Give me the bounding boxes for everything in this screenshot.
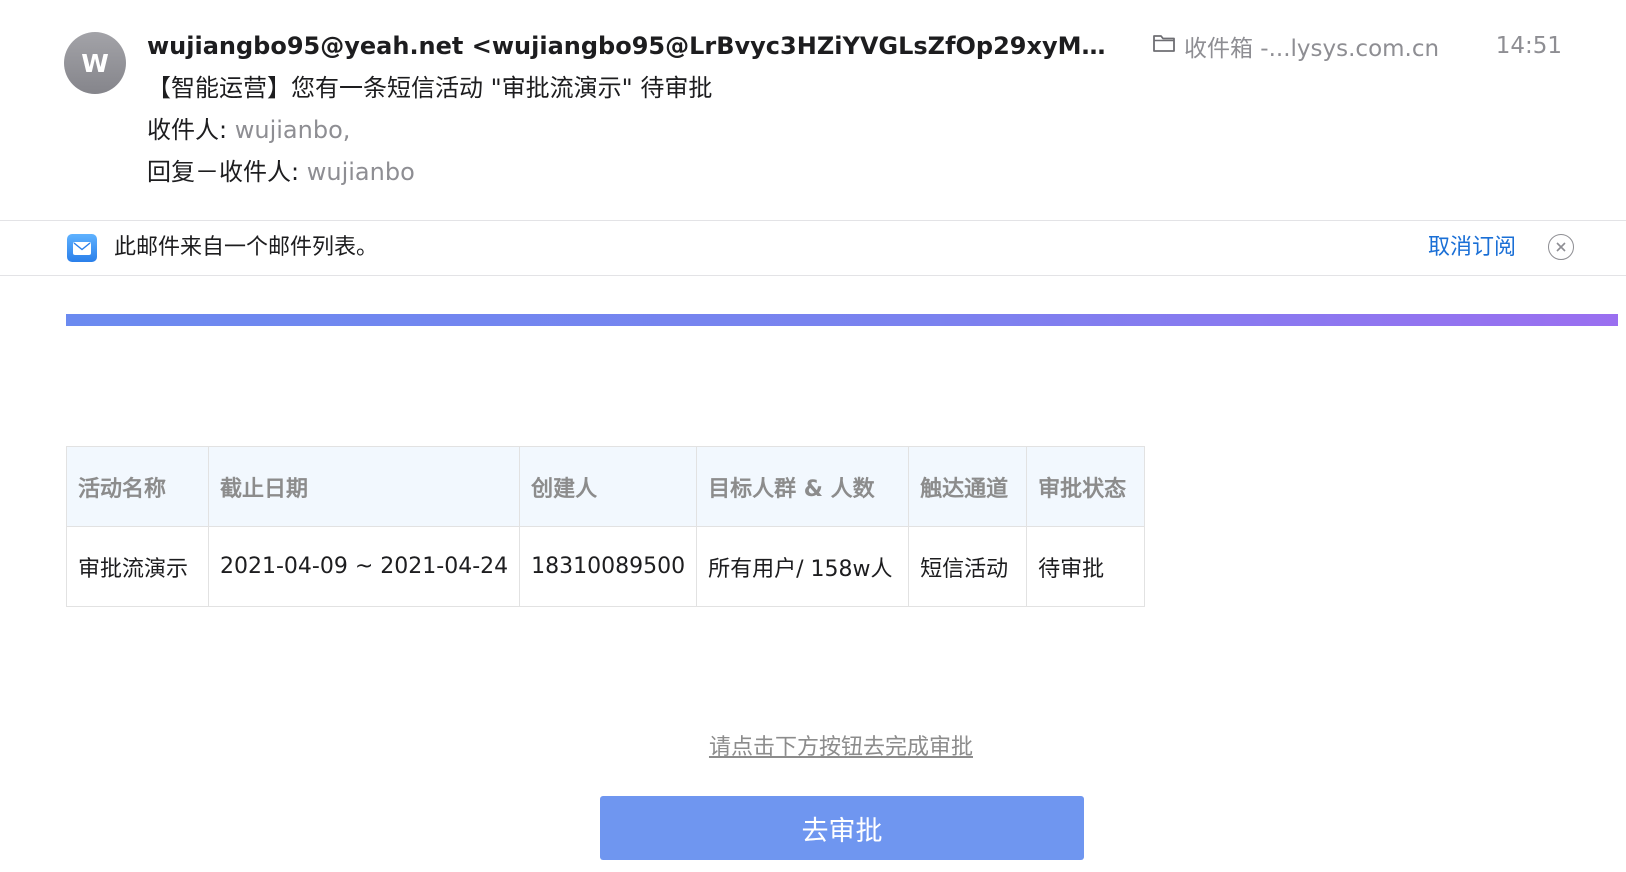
column-header: 截止日期: [207, 446, 521, 527]
sender-avatar: W: [64, 32, 126, 94]
sender-address[interactable]: wujiangbo95@yeah.net <wujiangbo95@LrBvyc…: [147, 28, 1107, 64]
activity-table: 活动名称 截止日期 创建人 目标人群 & 人数 触达通道 审批状态 审批流演示 …: [66, 446, 1146, 607]
table-row: 审批流演示 2021-04-09 ~ 2021-04-24 1831008950…: [66, 526, 1146, 607]
column-header: 审批状态: [1026, 446, 1146, 527]
reply-to-value[interactable]: wujianbo: [307, 158, 415, 186]
creator-cell: 18310089500: [519, 526, 698, 607]
close-banner-icon[interactable]: [1548, 234, 1574, 260]
mail-icon: [67, 234, 97, 262]
mailing-list-text: 此邮件来自一个邮件列表。: [114, 235, 379, 260]
approval-status-cell: 待审批: [1026, 526, 1146, 607]
to-value[interactable]: wujianbo,: [235, 116, 351, 144]
go-approve-button[interactable]: 去审批: [600, 796, 1084, 860]
column-header: 触达通道: [908, 446, 1028, 527]
mailing-list-banner: 此邮件来自一个邮件列表。 取消订阅: [0, 220, 1626, 276]
email-subject: 【智能运营】您有一条短信活动 "审批流演示" 待审批: [147, 74, 713, 102]
reply-to-label: 回复－收件人:: [147, 158, 300, 186]
channel-cell: 短信活动: [908, 526, 1028, 607]
mailbox-location[interactable]: 收件箱 -...lysys.com.cn: [1152, 28, 1439, 64]
activity-name-cell: 审批流演示: [66, 526, 209, 607]
table-header-row: 活动名称 截止日期 创建人 目标人群 & 人数 触达通道 审批状态: [66, 446, 1146, 527]
to-row: 收件人: wujianbo,: [147, 112, 350, 148]
reply-to-row: 回复－收件人: wujianbo: [147, 154, 415, 190]
header-gradient-bar: [66, 314, 1618, 326]
folder-icon: [1152, 33, 1176, 59]
column-header: 活动名称: [66, 446, 209, 527]
approval-prompt-link[interactable]: 请点击下方按钮去完成审批: [0, 730, 1626, 766]
unsubscribe-link[interactable]: 取消订阅: [1428, 221, 1516, 275]
to-label: 收件人:: [147, 116, 228, 144]
deadline-cell: 2021-04-09 ~ 2021-04-24: [207, 526, 521, 607]
column-header: 创建人: [519, 446, 698, 527]
target-audience-cell: 所有用户/ 158w人: [696, 526, 910, 607]
received-time: 14:51: [1495, 33, 1562, 59]
mailbox-name: 收件箱 -...lysys.com.cn: [1184, 36, 1440, 62]
column-header: 目标人群 & 人数: [696, 446, 910, 527]
